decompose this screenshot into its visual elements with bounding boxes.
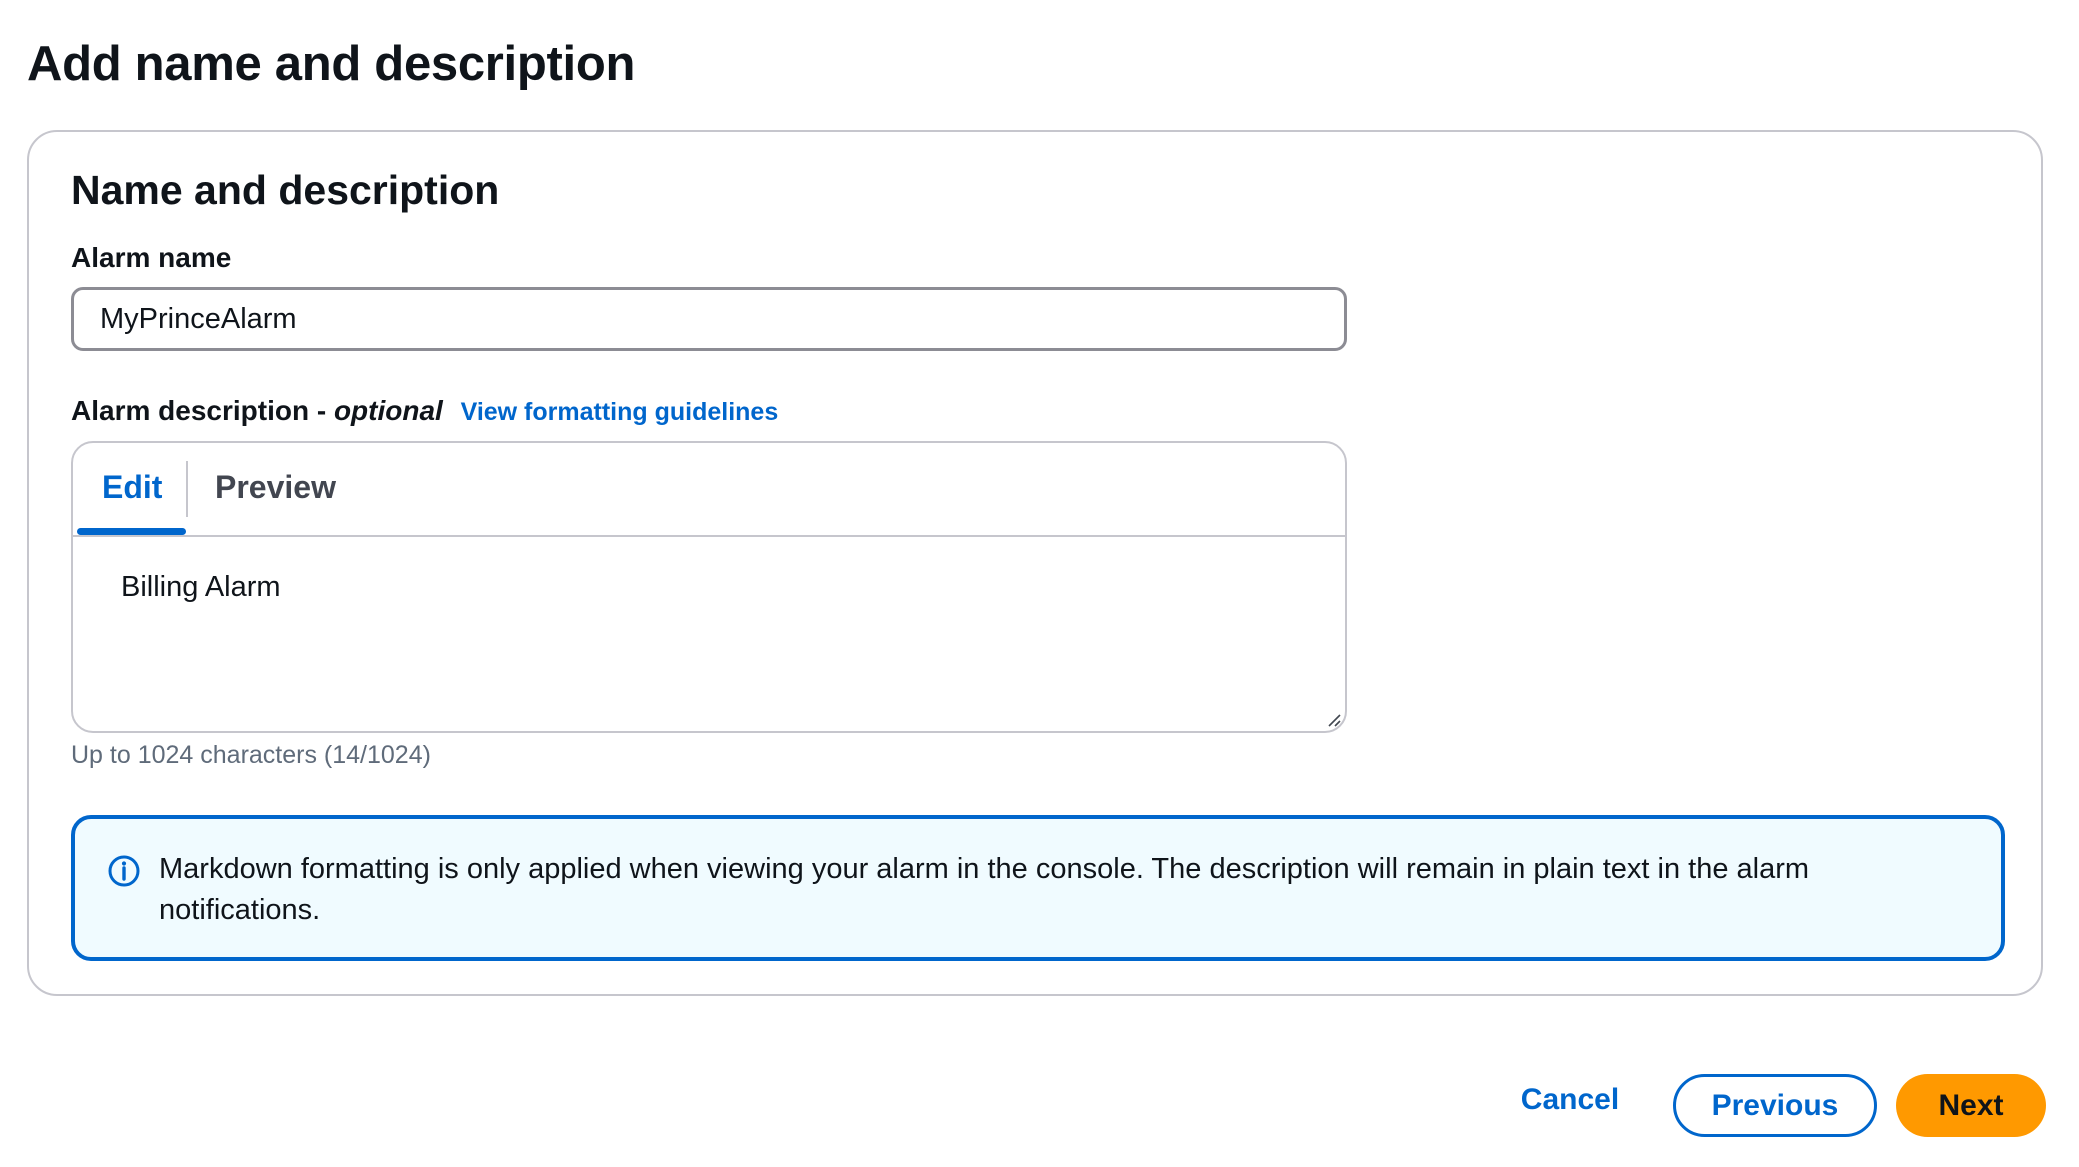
info-alert: Markdown formatting is only applied when…: [71, 815, 2005, 961]
page-title: Add name and description: [27, 37, 636, 91]
description-editor: Edit Preview Billing Alarm: [71, 441, 1347, 733]
section-title: Name and description: [71, 167, 500, 213]
description-textarea[interactable]: Billing Alarm: [121, 571, 281, 604]
next-button[interactable]: Next: [1896, 1074, 2046, 1137]
info-alert-text: Markdown formatting is only applied when…: [159, 853, 1810, 926]
alarm-description-label-text: Alarm description -: [71, 395, 334, 426]
alarm-description-label: Alarm description - optional View format…: [71, 395, 778, 427]
wizard-step-page: Add name and description Name and descri…: [0, 0, 2079, 1167]
active-tab-indicator: [77, 528, 186, 535]
editor-tabs: Edit Preview: [73, 443, 1345, 537]
tab-edit[interactable]: Edit: [102, 469, 162, 506]
previous-button[interactable]: Previous: [1673, 1074, 1877, 1137]
cancel-button[interactable]: Cancel: [1500, 1070, 1640, 1130]
optional-marker: optional: [333, 395, 443, 426]
tab-divider: [186, 461, 188, 517]
name-description-container: Name and description Alarm name Alarm de…: [27, 130, 2043, 996]
tab-preview[interactable]: Preview: [215, 469, 336, 506]
alarm-name-label: Alarm name: [71, 242, 232, 273]
resize-handle-icon[interactable]: [1326, 712, 1342, 728]
formatting-guidelines-link[interactable]: View formatting guidelines: [461, 398, 779, 426]
info-icon: [108, 855, 140, 887]
alarm-name-input[interactable]: [71, 287, 1347, 351]
character-constraint: Up to 1024 characters (14/1024): [71, 741, 431, 769]
